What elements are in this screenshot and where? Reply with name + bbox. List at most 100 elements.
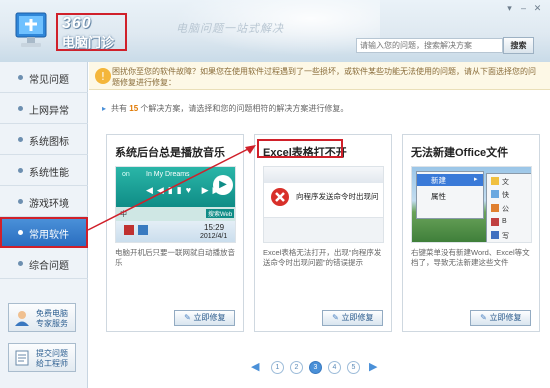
fix-now-label: 立即修复: [341, 313, 374, 322]
page-1[interactable]: 1: [271, 361, 284, 374]
sidebar-item-label: 综合问题: [29, 261, 69, 272]
card-screenshot: on In My Dreams ◀◀▮▮♥ ▶▶ ▶ 中 搜索Web 15:29…: [115, 166, 236, 243]
bullet-icon: [18, 75, 23, 80]
player-toolbar: 中 搜索Web: [116, 207, 235, 221]
close-icon[interactable]: ✕: [533, 4, 542, 13]
page-5[interactable]: 5: [347, 361, 360, 374]
notice-bar: ! 困扰你至您的软件故障？如果您在使用软件过程遇到了一些损坏，或软件某些功能无法…: [89, 62, 550, 90]
card-description: Excel表格无法打开，出现“向程序发送命令时出现问题”的错误提示: [263, 248, 382, 267]
sidebar-item-label: 系统图标: [29, 137, 69, 148]
fix-now-button[interactable]: ✎ 立即修复: [322, 310, 383, 326]
card-title: 无法新建Office文件: [411, 147, 509, 159]
submenu-arrow-icon: ▸: [474, 176, 478, 183]
notice-text: 困扰你至您的软件故障？如果您在使用软件过程遇到了一些损坏，或软件某些功能无法使用…: [112, 67, 536, 87]
wrench-icon: ✎: [184, 313, 191, 322]
solution-count: 15: [129, 104, 139, 113]
bullet-icon: [18, 230, 23, 235]
doc-icon: [491, 218, 499, 226]
fix-now-button[interactable]: ✎ 立即修复: [470, 310, 531, 326]
player-controls-icon: ◀◀▮▮♥ ▶▶: [146, 185, 224, 195]
prev-page-icon[interactable]: ◀: [251, 361, 259, 374]
fix-now-button[interactable]: ✎ 立即修复: [174, 310, 235, 326]
song-title: In My Dreams: [146, 171, 190, 178]
highlight-frame: [257, 139, 343, 158]
expert-service-label-2: 专家服务: [36, 319, 68, 328]
logo: 360 电脑门诊: [56, 13, 127, 51]
bullet-icon: [18, 168, 23, 173]
sidebar-item-performance[interactable]: 系统性能: [0, 155, 88, 186]
menu-item-new: 新建 ▸: [417, 174, 483, 186]
app-icon: [138, 225, 148, 235]
bullet-icon: [18, 137, 23, 142]
monitor-icon: [15, 12, 47, 47]
wrench-icon: ✎: [480, 313, 487, 322]
fix-now-label: 立即修复: [193, 313, 226, 322]
minimize-icon[interactable]: –: [519, 4, 528, 13]
clock-time: 15:29: [204, 223, 225, 232]
page-2[interactable]: 2: [290, 361, 303, 374]
card-description: 右键菜单没有新建Word、Excel等文档了，导致无法新建这些文件: [411, 248, 530, 267]
app-icon: [124, 225, 134, 235]
expert-service-button[interactable]: 免费电脑 专家服务: [8, 303, 76, 332]
submit-problem-label-2: 给工程师: [36, 359, 68, 368]
warning-icon: !: [95, 68, 111, 84]
shortcut-icon: [491, 190, 499, 198]
sidebar-item-icons[interactable]: 系统图标: [0, 124, 88, 155]
sidebar-item-general[interactable]: 综合问题: [0, 248, 88, 279]
folder-icon: [491, 177, 499, 185]
card-screenshot: 新建 ▸ 属性 文 快 公 B 写: [411, 166, 532, 243]
dialog-footer: [264, 217, 383, 242]
doc-icon: [491, 204, 499, 212]
bullet-icon: [18, 199, 23, 204]
summary-prefix: 共有: [111, 104, 128, 113]
logo-text: 电脑门诊: [62, 35, 115, 50]
fix-now-label: 立即修复: [489, 313, 522, 322]
media-player: on In My Dreams ◀◀▮▮♥ ▶▶ ▶: [116, 167, 235, 207]
header: 电脑问题一站式解决 360 电脑门诊 ▾ – ✕ 搜索: [0, 0, 550, 62]
solution-card[interactable]: 系统后台总是播放音乐 on In My Dreams ◀◀▮▮♥ ▶▶ ▶ 中 …: [106, 134, 244, 332]
sidebar-item-games[interactable]: 游戏环境: [0, 186, 88, 217]
sidebar-item-label: 游戏环境: [29, 199, 69, 210]
solution-card[interactable]: Excel表格打不开 向程序发送命令时出现问 Excel表格无法打开，出现“向程…: [254, 134, 392, 332]
dialog-titlebar: [264, 167, 383, 183]
search-web-link: 搜索Web: [206, 209, 235, 218]
search-input[interactable]: [356, 38, 503, 53]
sidebar-item-network[interactable]: 上网异常: [0, 93, 88, 124]
card-description: 电脑开机后只要一联网就自动播放音乐: [115, 248, 235, 267]
submit-icon: [15, 350, 29, 366]
expert-icon: [15, 311, 29, 326]
sidebar-item-software[interactable]: 常用软件: [0, 217, 88, 248]
play-icon: ▶: [213, 175, 233, 195]
card-title: 系统后台总是播放音乐: [115, 147, 225, 159]
summary-suffix: 个解决方案，请选择和您的问题相符的解决方案进行修复。: [140, 104, 349, 113]
card-screenshot: 向程序发送命令时出现问: [263, 166, 384, 243]
error-icon: [271, 188, 289, 206]
solution-card[interactable]: 无法新建Office文件 新建 ▸ 属性 文 快 公 B 写 右键菜单没有新建W…: [402, 134, 540, 332]
sidebar-item-label: 上网异常: [29, 106, 69, 117]
page-3[interactable]: 3: [309, 361, 322, 374]
menu-props-label: 属性: [431, 192, 446, 201]
submenu-item: 写: [502, 233, 509, 240]
search-button[interactable]: 搜索: [503, 37, 534, 54]
solution-summary: ▸ 共有 15 个解决方案，请选择和您的问题相符的解决方案进行修复。: [102, 103, 348, 114]
sidebar-item-label: 常见问题: [29, 75, 69, 86]
menu-icon[interactable]: ▾: [505, 4, 514, 13]
sidebar: 常见问题 上网异常 系统图标 系统性能 游戏环境 常用软件 综合问题 免费电脑 …: [0, 62, 88, 388]
doc-icon: [491, 231, 499, 239]
next-page-icon[interactable]: ▶: [369, 361, 377, 374]
tagline: 电脑问题一站式解决: [176, 22, 284, 35]
submenu-item: B: [502, 218, 507, 225]
submenu-item: 公: [502, 206, 509, 213]
submenu: 文 快 公 B 写: [486, 173, 531, 242]
bullet-icon: [18, 261, 23, 266]
submenu-item: 文: [502, 179, 509, 186]
bullet-icon: [18, 106, 23, 111]
submenu-item: 快: [502, 192, 509, 199]
clock-date: 2012/4/1: [200, 233, 228, 240]
submit-problem-button[interactable]: 提交问题 给工程师: [8, 343, 76, 372]
page-4[interactable]: 4: [328, 361, 341, 374]
logo-number: 360: [62, 15, 92, 32]
sidebar-item-label: 系统性能: [29, 168, 69, 179]
sidebar-item-common[interactable]: 常见问题: [0, 62, 88, 93]
svg-text:!: !: [101, 70, 105, 83]
